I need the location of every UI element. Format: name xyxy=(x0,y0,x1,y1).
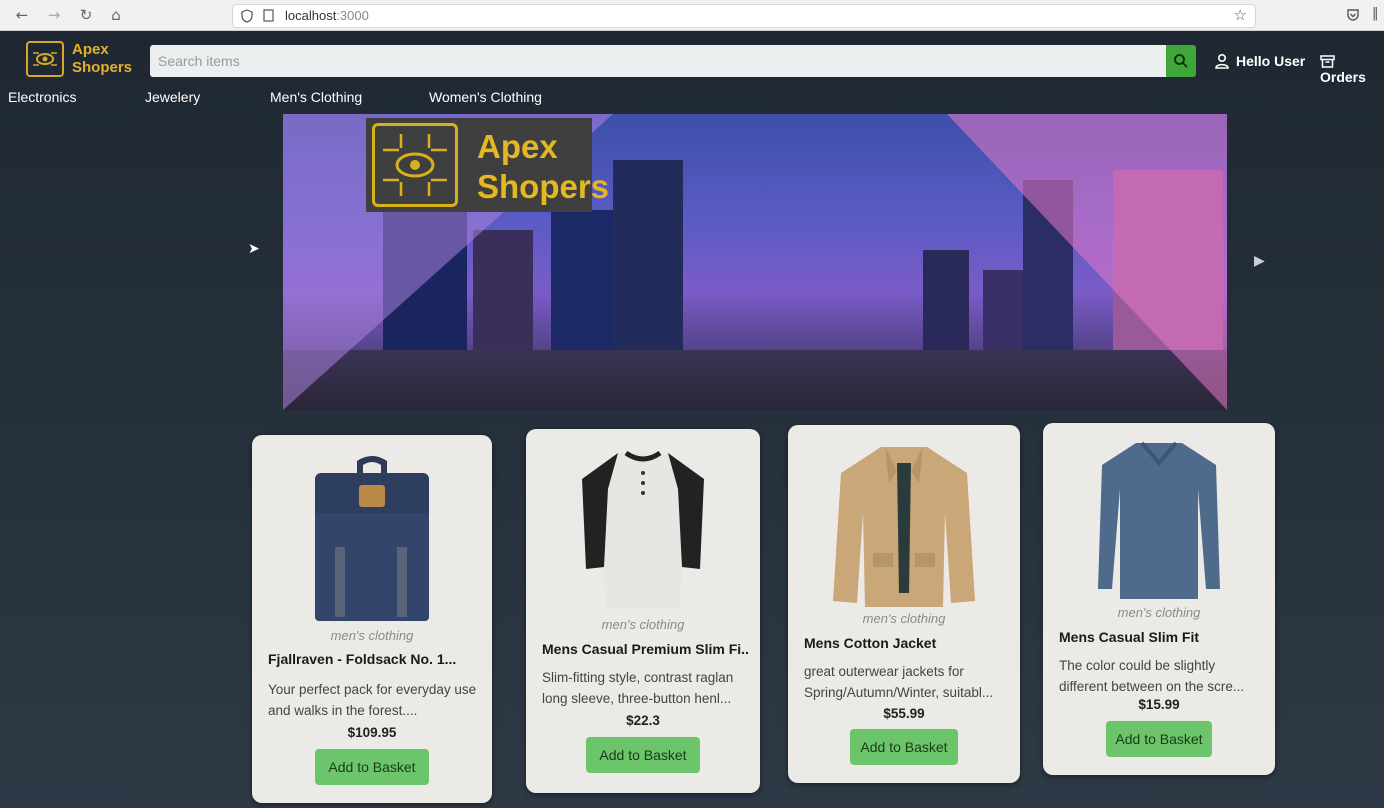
product-card: men's clothing Fjallraven - Foldsack No.… xyxy=(252,435,492,803)
bookmark-star-icon[interactable]: ☆ xyxy=(1234,6,1247,24)
banner-overlay-right xyxy=(947,114,1227,410)
jacket-image xyxy=(833,447,975,607)
product-description: great outerwear jackets for Spring/Autum… xyxy=(804,664,994,700)
category-jewelery[interactable]: Jewelery xyxy=(145,89,200,105)
product-title[interactable]: Mens Casual Slim Fit xyxy=(1059,629,1263,645)
search-input[interactable] xyxy=(150,45,1166,77)
app-root: Apex Shopers Hello User Orders Electroni… xyxy=(0,31,1384,808)
product-price: $15.99 xyxy=(1138,697,1180,712)
category-womens-clothing[interactable]: Women's Clothing xyxy=(429,89,542,105)
product-card: men's clothing Mens Casual Slim Fit The … xyxy=(1043,423,1275,775)
url-text: localhost:3000 xyxy=(285,8,369,23)
brand-line1: Apex xyxy=(72,41,109,58)
backpack-image xyxy=(315,456,429,621)
product-card: men's clothing Mens Casual Premium Slim … xyxy=(526,429,760,793)
product-description: Slim-fitting style, contrast raglan long… xyxy=(542,670,734,706)
henley-shirt-image xyxy=(582,450,704,609)
user-menu[interactable]: Hello User xyxy=(1214,53,1305,69)
banner-brand-line2: Shopers xyxy=(477,168,610,205)
url-port: :3000 xyxy=(336,8,369,23)
product-price: $109.95 xyxy=(347,725,397,740)
address-bar[interactable]: localhost:3000 ☆ xyxy=(232,4,1256,28)
shield-icon xyxy=(241,9,253,23)
search-icon xyxy=(1174,54,1188,68)
banner-brand-line1: Apex xyxy=(477,128,558,165)
forward-icon[interactable]: → xyxy=(44,5,64,25)
url-host: localhost xyxy=(285,8,337,23)
add-to-basket-button[interactable]: Add to Basket xyxy=(586,737,700,773)
add-to-basket-button[interactable]: Add to Basket xyxy=(315,749,429,785)
product-card: men's clothing Mens Cotton Jacket great … xyxy=(788,425,1020,783)
product-category: men's clothing xyxy=(601,617,685,632)
banner-logo-icon xyxy=(372,123,458,207)
brand-name[interactable]: Apex Shopers xyxy=(72,41,132,77)
product-title[interactable]: Mens Cotton Jacket xyxy=(804,635,1008,651)
product-description: The color could be slightly different be… xyxy=(1059,658,1245,694)
library-icon[interactable]: ‖ xyxy=(1372,6,1379,21)
product-price: $55.99 xyxy=(883,706,925,721)
user-icon xyxy=(1215,53,1229,69)
pocket-icon[interactable] xyxy=(1346,8,1360,22)
product-title[interactable]: Mens Casual Premium Slim Fi... xyxy=(542,641,748,657)
skyline-building xyxy=(613,160,683,370)
product-title[interactable]: Fjallraven - Foldsack No. 1... xyxy=(268,651,480,667)
add-to-basket-button[interactable]: Add to Basket xyxy=(850,729,958,765)
back-icon[interactable]: ← xyxy=(12,5,32,25)
add-to-basket-button[interactable]: Add to Basket xyxy=(1106,721,1212,757)
home-icon[interactable]: ⌂ xyxy=(106,5,126,25)
product-description: Your perfect pack for everyday use and w… xyxy=(268,682,477,718)
product-category: men's clothing xyxy=(862,611,946,626)
product-category: men's clothing xyxy=(330,628,414,643)
mouse-pointer-icon: ➤ xyxy=(248,241,260,257)
archive-icon xyxy=(1320,55,1335,68)
page-icon xyxy=(263,9,274,22)
carousel-next-icon[interactable]: ▶ xyxy=(1254,253,1265,269)
product-price: $22.3 xyxy=(626,713,660,728)
brand-logo-icon[interactable] xyxy=(26,41,64,77)
tshirt-image xyxy=(1098,441,1220,599)
reload-icon[interactable]: ↻ xyxy=(76,5,96,25)
brand-line2: Shopers xyxy=(72,59,133,76)
browser-toolbar: ← → ↻ ⌂ localhost:3000 ☆ ‖ xyxy=(0,0,1384,31)
search-button[interactable] xyxy=(1166,45,1196,77)
orders-label: Orders xyxy=(1320,69,1366,85)
orders-link[interactable]: Orders xyxy=(1320,53,1384,85)
category-mens-clothing[interactable]: Men's Clothing xyxy=(270,89,362,105)
product-category: men's clothing xyxy=(1117,605,1201,620)
banner-brand-name: Apex Shopers xyxy=(477,127,609,207)
user-label: Hello User xyxy=(1236,53,1306,69)
category-electronics[interactable]: Electronics xyxy=(8,89,76,105)
